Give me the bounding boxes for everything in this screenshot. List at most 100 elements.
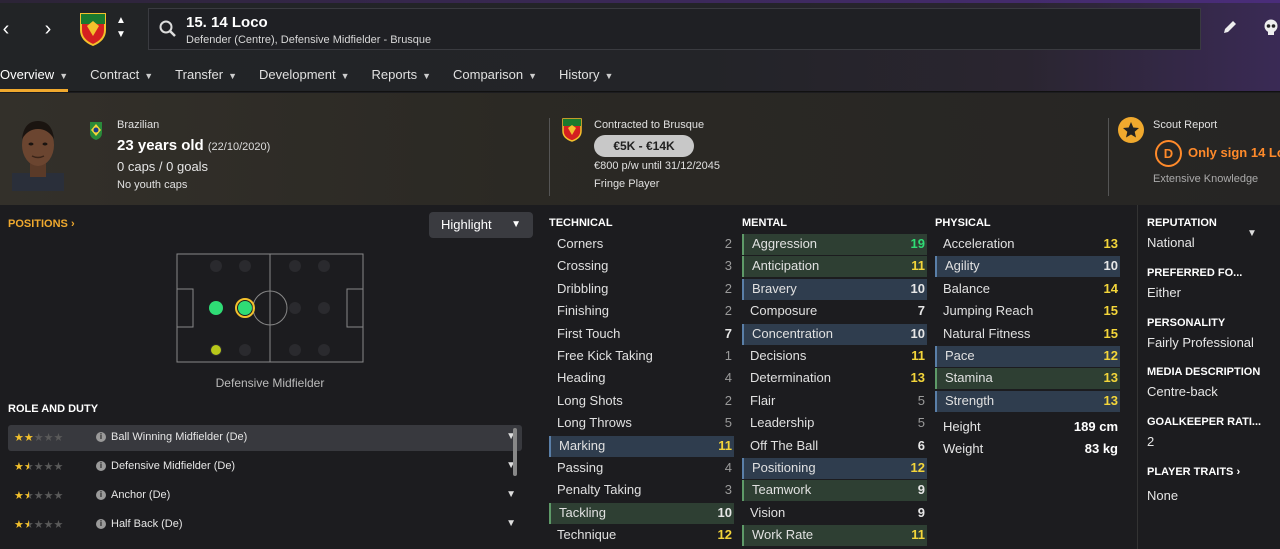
- highlight-dropdown[interactable]: Highlight ▼: [429, 212, 533, 238]
- attribute-value: 15: [1103, 325, 1118, 341]
- role-stars: ★★★★★: [14, 519, 64, 531]
- date-of-birth: (22/10/2020): [207, 141, 271, 153]
- info-icon[interactable]: i: [96, 519, 106, 529]
- mental-attribute-row[interactable]: Concentration 10: [742, 323, 927, 345]
- attribute-value: 11: [911, 348, 925, 363]
- attribute-name: Crossing: [557, 258, 609, 274]
- transfer-value-badge[interactable]: €5K - €14K: [594, 135, 694, 157]
- attribute-value: 13: [910, 370, 925, 386]
- tab-reports[interactable]: Reports ▼: [372, 64, 431, 92]
- mental-attribute-row[interactable]: Leadership 5: [742, 413, 927, 434]
- tab-history[interactable]: History ▼: [559, 64, 613, 92]
- tab-development[interactable]: Development ▼: [259, 64, 350, 92]
- physical-attribute-row[interactable]: Strength 13: [935, 390, 1120, 412]
- attribute-name: First Touch: [557, 325, 621, 341]
- physical-attribute-row[interactable]: Agility 10: [935, 256, 1120, 278]
- back-arrow-icon[interactable]: ‹: [0, 18, 16, 40]
- chevron-down-icon[interactable]: ▼: [506, 518, 516, 529]
- personality-header: PERSONALITY: [1147, 317, 1226, 329]
- physical-attribute-row[interactable]: Acceleration 13: [935, 234, 1120, 255]
- mental-attribute-row[interactable]: Determination 13: [742, 368, 927, 389]
- search-icon[interactable]: [159, 20, 177, 38]
- player-traits-header[interactable]: PLAYER TRAITS ›: [1147, 466, 1240, 478]
- player-switcher[interactable]: ▲ ▼: [114, 14, 128, 44]
- technical-attribute-row[interactable]: Free Kick Taking 1: [549, 346, 734, 367]
- skull-icon[interactable]: [1262, 18, 1280, 36]
- attribute-value: 13: [1103, 392, 1118, 408]
- mental-attribute-row[interactable]: Off The Ball 6: [742, 436, 927, 457]
- attribute-name: Technique: [557, 527, 617, 543]
- positions-header[interactable]: POSITIONS ›: [8, 218, 75, 230]
- physical-attribute-row[interactable]: Balance 14: [935, 279, 1120, 300]
- attribute-name: Long Throws: [557, 415, 632, 431]
- technical-attribute-row[interactable]: Technique 12: [549, 525, 734, 546]
- attribute-value: 10: [910, 280, 925, 296]
- role-row[interactable]: ★★★★★ i Anchor (De) ▼: [8, 483, 522, 509]
- mental-attribute-row[interactable]: Flair 5: [742, 391, 927, 412]
- technical-attribute-row[interactable]: Long Throws 5: [549, 413, 734, 434]
- technical-attribute-row[interactable]: First Touch 7: [549, 324, 734, 345]
- mental-attribute-row[interactable]: Composure 7: [742, 301, 927, 322]
- role-stars: ★★★★★: [14, 461, 64, 473]
- attribute-name: Work Rate: [752, 527, 814, 543]
- forward-arrow-icon[interactable]: ›: [38, 18, 58, 40]
- technical-attribute-row[interactable]: Crossing 3: [549, 256, 734, 277]
- mental-attribute-row[interactable]: Vision 9: [742, 503, 927, 524]
- mental-attribute-row[interactable]: Positioning 12: [742, 458, 927, 479]
- technical-attribute-row[interactable]: Passing 4: [549, 458, 734, 479]
- technical-attribute-row[interactable]: Penalty Taking 3: [549, 480, 734, 501]
- info-icon[interactable]: i: [96, 432, 106, 442]
- club-badge-icon: [562, 118, 582, 142]
- mental-attribute-row[interactable]: Bravery 10: [742, 278, 927, 300]
- mental-attribute-row[interactable]: Anticipation 11: [742, 256, 927, 278]
- chevron-down-icon[interactable]: ▼: [1247, 228, 1257, 239]
- attribute-name: Strength: [945, 392, 995, 408]
- role-row[interactable]: ★★★★★ i Half Back (De) ▼: [8, 512, 522, 538]
- technical-attribute-row[interactable]: Long Shots 2: [549, 391, 734, 412]
- chevron-down-icon[interactable]: ▼: [114, 28, 128, 42]
- media-description-value: Centre-back: [1147, 384, 1218, 399]
- technical-attribute-row[interactable]: Marking 11: [549, 435, 734, 457]
- player-search-box[interactable]: 15. 14 Loco Defender (Centre), Defensive…: [148, 8, 1201, 50]
- technical-attribute-row[interactable]: Heading 4: [549, 368, 734, 389]
- tab-overview[interactable]: Overview ▼: [0, 64, 69, 92]
- chevron-up-icon[interactable]: ▲: [114, 14, 128, 28]
- physical-attribute-row[interactable]: Natural Fitness 15: [935, 324, 1120, 345]
- physical-attribute-row[interactable]: Pace 12: [935, 346, 1120, 367]
- edit-pencil-icon[interactable]: [1221, 18, 1239, 36]
- info-icon[interactable]: i: [96, 461, 106, 471]
- tab-contract[interactable]: Contract ▼: [90, 64, 153, 92]
- tab-comparison[interactable]: Comparison ▼: [453, 64, 537, 92]
- attribute-value: 7: [917, 303, 925, 319]
- physical-attribute-row[interactable]: Stamina 13: [935, 368, 1120, 390]
- chevron-down-icon[interactable]: ▼: [506, 489, 516, 500]
- info-icon[interactable]: i: [96, 490, 106, 500]
- role-row[interactable]: ★★★★★ i Defensive Midfielder (De) ▼: [8, 454, 522, 480]
- preferred-foot-header: PREFERRED FO...: [1147, 267, 1243, 279]
- mental-attribute-row[interactable]: Work Rate 11: [742, 525, 927, 547]
- technical-attribute-row[interactable]: Tackling 10: [549, 502, 734, 524]
- chevron-down-icon: ▼: [59, 71, 69, 81]
- attribute-name: Off The Ball: [750, 437, 819, 453]
- height-value: 189 cm: [1073, 419, 1118, 434]
- mental-attribute-row[interactable]: Aggression 19: [742, 234, 927, 255]
- chevron-down-icon: ▼: [144, 71, 154, 81]
- attribute-value: 10: [717, 504, 732, 520]
- divider: [1108, 118, 1109, 196]
- star-icon[interactable]: [1118, 117, 1144, 143]
- tab-transfer[interactable]: Transfer ▼: [175, 64, 237, 92]
- mental-attribute-row[interactable]: Decisions 11: [742, 346, 927, 367]
- physical-attribute-row[interactable]: Jumping Reach 15: [935, 301, 1120, 322]
- mental-attribute-row[interactable]: Teamwork 9: [742, 480, 927, 502]
- attribute-value: 14: [1103, 280, 1118, 296]
- scout-verdict[interactable]: Only sign 14 Loco: [1188, 145, 1280, 160]
- technical-attribute-row[interactable]: Dribbling 2: [549, 279, 734, 300]
- technical-attribute-row[interactable]: Corners 2: [549, 234, 734, 255]
- scrollbar[interactable]: [513, 428, 517, 476]
- attribute-value: 2: [724, 303, 732, 319]
- role-row[interactable]: ★★★★★ i Ball Winning Midfielder (De) ▼: [8, 425, 522, 451]
- goalkeeper-rating-header: GOALKEEPER RATI...: [1147, 416, 1262, 428]
- top-accent-line: [0, 0, 1280, 3]
- contract-wage: €800 p/w until 31/12/2045: [594, 160, 720, 172]
- technical-attribute-row[interactable]: Finishing 2: [549, 301, 734, 322]
